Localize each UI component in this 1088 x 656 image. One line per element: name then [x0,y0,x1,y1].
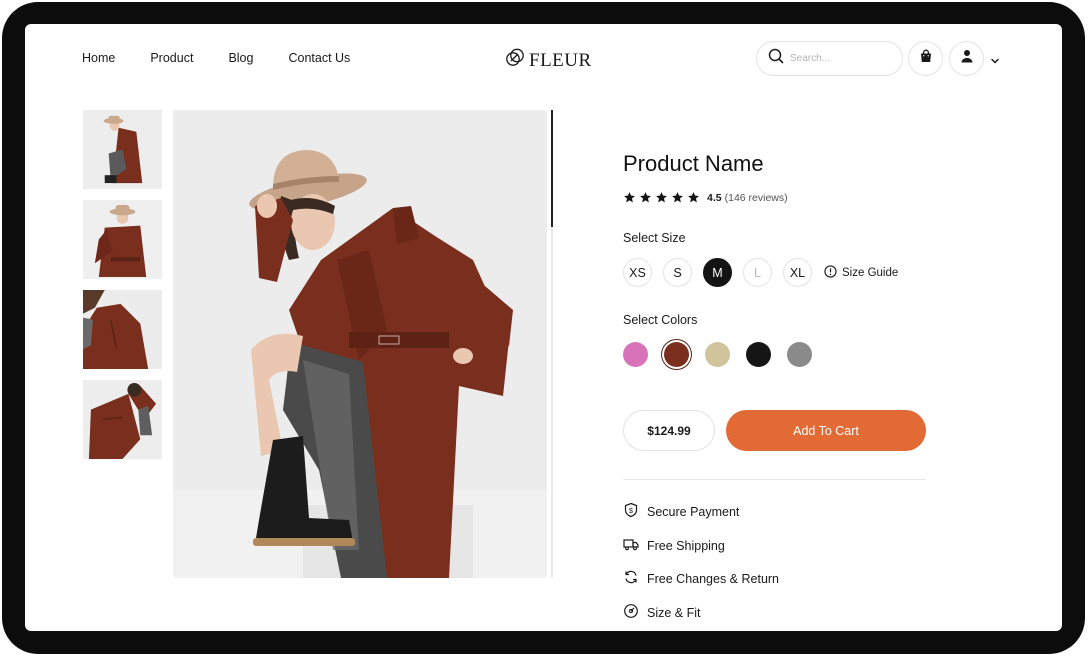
product-rating: 4.5 (146 reviews) [623,191,788,204]
size-option-l[interactable]: L [743,258,772,287]
star-icon [624,192,635,203]
model-in-coat-photo [173,110,547,578]
thumbnail-image-3 [83,290,162,369]
star-icon [688,192,699,203]
app-screen: Home Product Blog Contact Us FLEUR Searc… [25,24,1062,631]
brand-logo[interactable]: FLEUR [505,48,592,73]
feature-free-shipping: Free Shipping [623,536,725,555]
thumbnail-image-1 [83,110,162,189]
feature-secure-payment: $ Secure Payment [623,502,739,521]
main-product-image [173,110,547,578]
star-icon [656,192,667,203]
main-nav: Home Product Blog Contact Us [82,51,350,65]
color-swatch-pink[interactable] [623,342,648,367]
divider [623,479,926,480]
shopping-bag-icon [919,49,933,68]
user-icon [960,49,974,68]
ruler-dial-icon [623,603,639,622]
feature-label: Secure Payment [647,504,740,519]
size-option-m[interactable]: M [703,258,732,287]
logo-icon [505,48,525,73]
feature-free-changes-return: Free Changes & Return [623,569,779,588]
cart-button[interactable] [908,41,943,76]
color-swatch-black[interactable] [746,342,771,367]
shield-dollar-icon: $ [623,502,639,521]
star-icon [640,192,651,203]
color-swatch-beige[interactable] [705,342,730,367]
info-icon [824,264,837,281]
star-icon [672,192,683,203]
profile-button[interactable] [949,41,984,76]
select-size-label: Select Size [623,231,686,245]
search-icon [768,48,784,69]
search-input[interactable] [790,53,890,64]
thumbnail-image-2 [83,200,162,279]
refresh-icon [623,569,639,588]
feature-label: Free Shipping [647,538,725,553]
gallery-thumbnail-1[interactable] [83,110,162,189]
size-selector: XS S M L XL Size Guide [623,258,898,287]
color-selector [623,342,812,367]
nav-link-blog[interactable]: Blog [228,51,253,65]
select-colors-label: Select Colors [623,313,698,327]
rating-value: 4.5 [707,191,722,204]
rating-stars [623,191,700,204]
gallery-scroll-thumb[interactable] [551,110,553,227]
color-swatch-gray[interactable] [787,342,812,367]
feature-label: Free Changes & Return [647,571,780,586]
review-count[interactable]: (146 reviews) [725,192,788,204]
color-swatch-brown[interactable] [664,342,689,367]
size-option-xl[interactable]: XL [783,258,812,287]
product-name: Product Name [623,151,764,176]
svg-text:$: $ [629,508,633,515]
size-guide-label: Size Guide [842,266,899,279]
logo-text: FLEUR [529,49,592,71]
add-to-cart-button[interactable]: Add To Cart [726,410,926,451]
nav-link-contact[interactable]: Contact Us [288,51,350,65]
size-guide-link[interactable]: Size Guide [824,264,899,281]
thumbnail-image-4 [83,380,162,459]
search-box[interactable] [756,41,903,76]
feature-label: Size & Fit [647,605,701,620]
product-price: $124.99 [623,410,715,451]
size-option-s[interactable]: S [663,258,692,287]
nav-link-product[interactable]: Product [150,51,193,65]
gallery-thumbnail-3[interactable] [83,290,162,369]
size-option-xs[interactable]: XS [623,258,652,287]
chevron-down-icon[interactable] [990,53,1000,71]
gallery-thumbnail-2[interactable] [83,200,162,279]
nav-link-home[interactable]: Home [82,51,115,65]
gallery-thumbnail-4[interactable] [83,380,162,459]
truck-icon [623,536,639,555]
feature-size-fit: Size & Fit [623,603,701,622]
